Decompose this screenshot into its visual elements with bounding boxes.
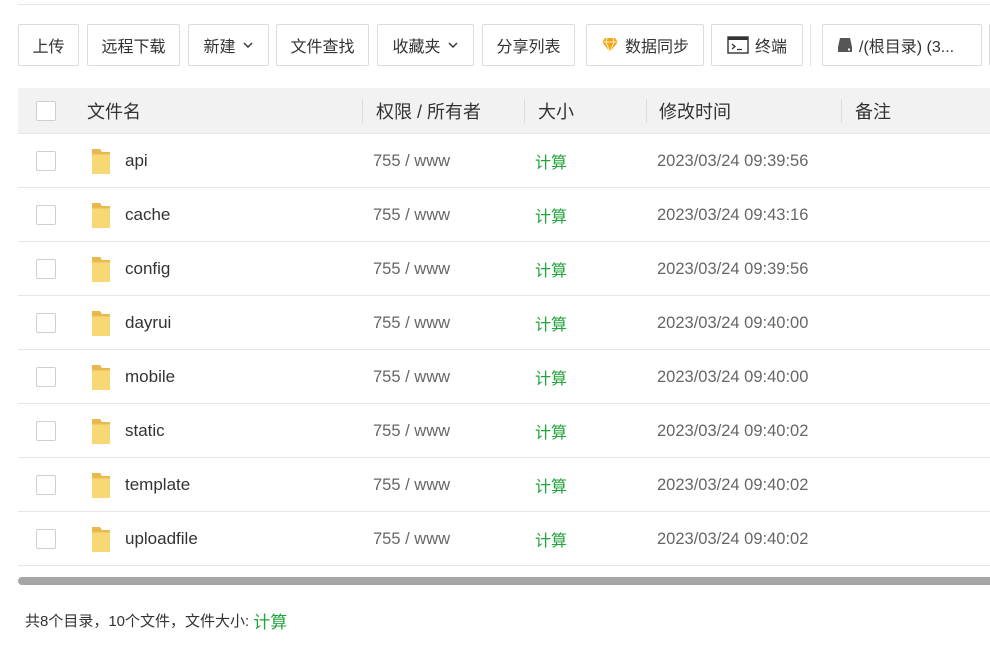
file-name[interactable]: mobile	[125, 350, 175, 404]
path-label: /(根目录) (3...	[859, 39, 955, 56]
data-sync-button[interactable]: 数据同步	[586, 24, 704, 66]
folder-icon	[90, 200, 112, 230]
file-name[interactable]: cache	[125, 188, 170, 242]
favorites-label: 收藏夹	[392, 39, 441, 56]
header-name[interactable]: 文件名	[87, 88, 141, 134]
file-perm-owner[interactable]: 755 / www	[373, 242, 450, 296]
header-modified[interactable]: 修改时间	[659, 88, 731, 134]
folder-icon	[90, 524, 112, 554]
table-row[interactable]: config 755 / www 计算 2023/03/24 09:39:56	[18, 242, 990, 296]
terminal-button[interactable]: 终端	[711, 24, 803, 66]
file-name[interactable]: dayrui	[125, 296, 171, 350]
row-checkbox[interactable]	[36, 475, 56, 495]
top-divider	[18, 0, 990, 5]
table-row[interactable]: uploadfile 755 / www 计算 2023/03/24 09:40:02	[18, 512, 990, 566]
data-sync-label: 数据同步	[624, 39, 689, 56]
row-checkbox[interactable]	[36, 205, 56, 225]
file-perm-owner[interactable]: 755 / www	[373, 296, 450, 350]
file-modified: 2023/03/24 09:40:02	[657, 475, 809, 494]
folder-icon	[90, 308, 112, 338]
terminal-label: 终端	[754, 39, 787, 56]
folder-icon	[90, 470, 112, 500]
file-table: 文件名 权限 / 所有者 大小 修改时间 备注 api 755 / www 计算 20…	[18, 88, 990, 568]
file-name[interactable]: template	[125, 458, 190, 512]
row-checkbox[interactable]	[36, 421, 56, 441]
file-modified: 2023/03/24 09:40:00	[657, 313, 809, 332]
toolbar: 上传 远程下载 新建 文件查找 收藏夹 分享列表 数据同步 终端 /(根目录) …	[18, 24, 990, 68]
column-divider	[646, 99, 647, 123]
file-name[interactable]: config	[125, 242, 170, 296]
diamond-icon	[601, 37, 619, 53]
file-perm-owner[interactable]: 755 / www	[373, 350, 450, 404]
folder-icon	[90, 416, 112, 446]
table-row[interactable]: dayrui 755 / www 计算 2023/03/24 09:40:00	[18, 296, 990, 350]
file-modified: 2023/03/24 09:40:02	[657, 529, 809, 548]
file-perm-owner[interactable]: 755 / www	[373, 512, 450, 566]
row-checkbox[interactable]	[36, 259, 56, 279]
folder-icon	[90, 362, 112, 392]
horizontal-scrollbar[interactable]	[18, 577, 990, 585]
folder-icon	[90, 254, 112, 284]
table-row[interactable]: template 755 / www 计算 2023/03/24 09:40:02	[18, 458, 990, 512]
file-modified: 2023/03/24 09:39:56	[657, 259, 809, 278]
file-perm-owner[interactable]: 755 / www	[373, 404, 450, 458]
terminal-icon	[727, 36, 749, 54]
file-modified: 2023/03/24 09:40:02	[657, 421, 809, 440]
file-perm-owner[interactable]: 755 / www	[373, 458, 450, 512]
header-size[interactable]: 大小	[538, 88, 574, 134]
drive-icon	[837, 37, 853, 53]
file-modified: 2023/03/24 09:39:56	[657, 151, 809, 170]
row-checkbox[interactable]	[36, 313, 56, 333]
folder-icon	[90, 146, 112, 176]
file-size-calc[interactable]: 计算	[535, 242, 567, 296]
row-checkbox[interactable]	[36, 151, 56, 171]
file-size-calc[interactable]: 计算	[535, 296, 567, 350]
table-row[interactable]: api 755 / www 计算 2023/03/24 09:39:56	[18, 134, 990, 188]
file-size-calc[interactable]: 计算	[535, 512, 567, 566]
chevron-down-icon	[448, 42, 457, 48]
file-modified: 2023/03/24 09:43:16	[657, 205, 809, 224]
file-search-label: 文件查找	[290, 39, 355, 56]
new-dropdown-button[interactable]: 新建	[188, 24, 269, 66]
upload-button-label: 上传	[32, 39, 65, 56]
file-modified: 2023/03/24 09:40:00	[657, 367, 809, 386]
file-size-calc[interactable]: 计算	[535, 134, 567, 188]
table-row[interactable]: mobile 755 / www 计算 2023/03/24 09:40:00	[18, 350, 990, 404]
remote-download-label: 远程下载	[101, 39, 166, 56]
upload-button[interactable]: 上传	[18, 24, 79, 66]
path-selector[interactable]: /(根目录) (3...	[822, 24, 982, 66]
file-size-calc[interactable]: 计算	[535, 458, 567, 512]
file-name[interactable]: uploadfile	[125, 512, 198, 566]
row-checkbox[interactable]	[36, 529, 56, 549]
share-list-label: 分享列表	[496, 39, 561, 56]
column-divider	[841, 99, 842, 123]
file-perm-owner[interactable]: 755 / www	[373, 188, 450, 242]
footer-summary: 共8个目录，10个文件，文件大小: 计算	[25, 608, 287, 632]
file-name[interactable]: static	[125, 404, 165, 458]
column-divider	[362, 99, 363, 123]
header-note[interactable]: 备注	[855, 88, 891, 134]
table-row[interactable]: cache 755 / www 计算 2023/03/24 09:43:16	[18, 188, 990, 242]
footer-calc-link[interactable]: 计算	[253, 608, 287, 633]
table-row[interactable]: static 755 / www 计算 2023/03/24 09:40:02	[18, 404, 990, 458]
table-header: 文件名 权限 / 所有者 大小 修改时间 备注	[18, 88, 990, 134]
favorites-dropdown-button[interactable]: 收藏夹	[377, 24, 474, 66]
row-checkbox[interactable]	[36, 367, 56, 387]
header-perm-owner[interactable]: 权限 / 所有者	[376, 88, 481, 134]
column-divider	[524, 99, 525, 123]
toolbar-divider	[810, 24, 811, 66]
footer-summary-text: 共8个目录，10个文件，文件大小:	[25, 612, 250, 630]
file-search-button[interactable]: 文件查找	[276, 24, 369, 66]
file-size-calc[interactable]: 计算	[535, 404, 567, 458]
share-list-button[interactable]: 分享列表	[482, 24, 575, 66]
new-label: 新建	[203, 39, 236, 56]
file-name[interactable]: api	[125, 134, 148, 188]
chevron-down-icon	[243, 42, 252, 48]
file-size-calc[interactable]: 计算	[535, 350, 567, 404]
select-all-checkbox[interactable]	[36, 101, 56, 121]
remote-download-button[interactable]: 远程下载	[87, 24, 180, 66]
file-perm-owner[interactable]: 755 / www	[373, 134, 450, 188]
file-size-calc[interactable]: 计算	[535, 188, 567, 242]
